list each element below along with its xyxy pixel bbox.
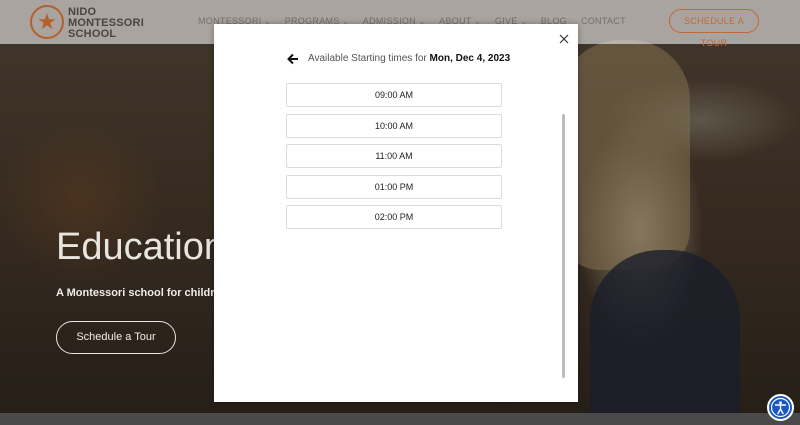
time-slot-button[interactable]: 02:00 PM xyxy=(286,205,502,229)
hero-title: Education xyxy=(56,226,226,268)
scrollbar-thumb[interactable] xyxy=(562,114,565,378)
time-slot-button[interactable]: 01:00 PM xyxy=(286,174,502,199)
selected-date: Mon, Dec 4, 2023 xyxy=(429,53,511,64)
modal-title-prefix: Available Starting times for xyxy=(308,53,427,64)
logo-text: NIDO MONTESSORI SCHOOL xyxy=(68,6,144,40)
modal-title: Available Starting times for Mon, Dec 4,… xyxy=(308,53,510,64)
accessibility-icon[interactable] xyxy=(767,394,794,421)
site-logo[interactable]: ★ NIDO MONTESSORI SCHOOL xyxy=(30,5,150,41)
time-slot-button[interactable]: 10:00 AM xyxy=(286,113,502,138)
schedule-tour-hero-button[interactable]: Schedule a Tour xyxy=(56,321,176,354)
arrow-left-icon[interactable] xyxy=(286,52,300,66)
time-slot-button[interactable]: 09:00 AM xyxy=(286,83,502,107)
time-slot-list: 09:00 AM 10:00 AM 11:00 AM 01:00 PM 02:0… xyxy=(286,83,502,236)
modal-header: Available Starting times for Mon, Dec 4,… xyxy=(286,52,566,68)
page-bottom-strip xyxy=(0,413,800,425)
schedule-tour-header-button[interactable]: SCHEDULE A TOUR xyxy=(669,9,759,48)
hero-subtitle: A Montessori school for children xyxy=(56,287,228,299)
close-icon[interactable] xyxy=(557,32,571,46)
modal-scrollbar[interactable] xyxy=(562,54,566,378)
time-slot-button[interactable]: 11:00 AM xyxy=(286,144,502,168)
star-icon: ★ xyxy=(30,5,64,39)
nav-item-contact[interactable]: CONTACT xyxy=(581,16,626,26)
time-picker-modal: Available Starting times for Mon, Dec 4,… xyxy=(214,24,578,402)
